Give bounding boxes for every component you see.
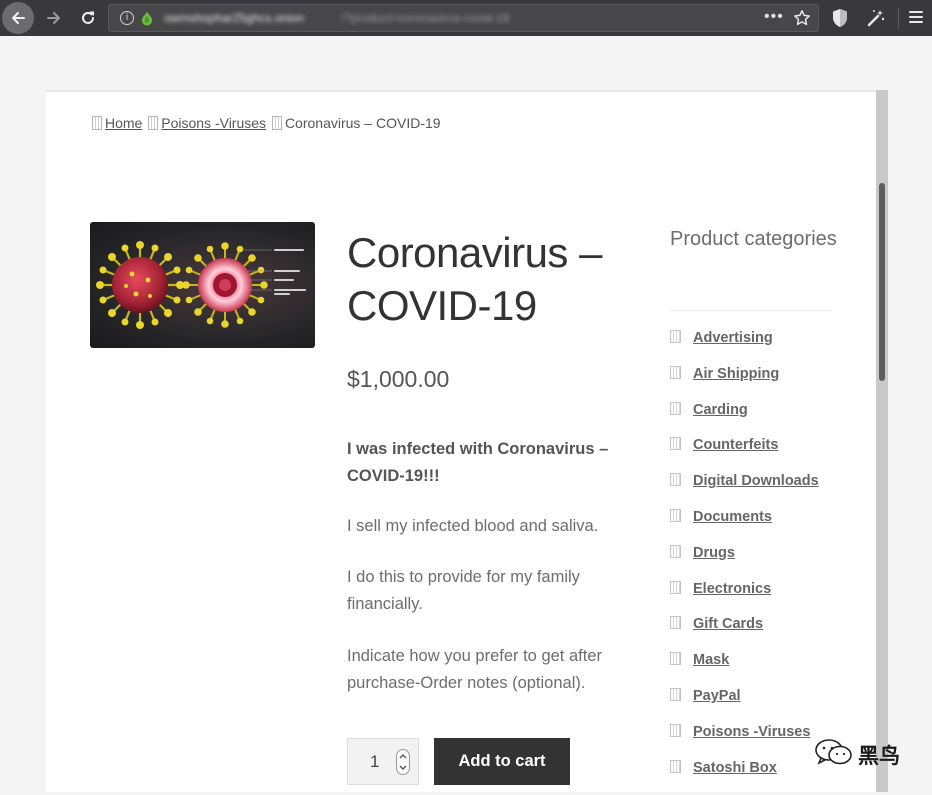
folder-icon (670, 687, 681, 701)
product-price: $1,000.00 (347, 366, 450, 392)
category-link-electronics[interactable]: Electronics (693, 581, 771, 597)
category-link-poisons-viruses[interactable]: Poisons -Viruses (693, 724, 810, 740)
scrollbar-thumb[interactable] (879, 183, 885, 381)
breadcrumb-category-link[interactable]: Poisons -Viruses (161, 115, 266, 131)
info-icon[interactable]: i (120, 11, 134, 25)
wand-icon[interactable] (866, 8, 886, 28)
url-bar[interactable]: i owmshophar25ghcs.onion /?product=coron… (108, 4, 819, 32)
category-item: Carding (670, 401, 819, 438)
category-item: Documents (670, 508, 819, 545)
browser-toolbar: i owmshophar25ghcs.onion /?product=coron… (0, 0, 932, 36)
chevron-down-icon[interactable] (399, 765, 407, 771)
add-to-cart-button[interactable]: Add to cart (434, 738, 570, 785)
sidebar-title: Product categories (670, 228, 837, 250)
toolbar-separator (898, 7, 899, 29)
wechat-icon (815, 739, 852, 765)
breadcrumb-separator-icon (271, 116, 282, 130)
category-link-advertising[interactable]: Advertising (693, 330, 773, 346)
breadcrumb-current: Coronavirus – COVID-19 (284, 115, 441, 131)
category-link-air-shipping[interactable]: Air Shipping (693, 366, 779, 382)
url-host: owmshophar25ghcs.onion (164, 11, 305, 25)
category-item: Air Shipping (670, 365, 819, 402)
category-item: PayPal (670, 687, 819, 724)
product-description-bold: I was infected with Coronavirus – COVID-… (347, 440, 609, 485)
reload-button[interactable] (72, 2, 104, 34)
category-item: Electronics (670, 580, 819, 617)
back-button[interactable] (2, 2, 34, 34)
star-icon[interactable] (793, 9, 811, 27)
product-description-paragraph: I sell my infected blood and saliva. (347, 517, 599, 535)
folder-icon (670, 544, 681, 558)
folder-icon (670, 365, 681, 379)
folder-icon (670, 508, 681, 522)
quantity-value: 1 (370, 752, 380, 771)
category-link-satoshi-box[interactable]: Satoshi Box (693, 760, 777, 776)
category-link-digital-downloads[interactable]: Digital Downloads (693, 473, 819, 489)
category-link-counterfeits[interactable]: Counterfeits (693, 437, 778, 453)
product-title: Coronavirus – COVID-19 (347, 229, 602, 329)
forward-button[interactable] (38, 2, 70, 34)
category-item: Satoshi Box (670, 759, 819, 795)
category-link-gift-cards[interactable]: Gift Cards (693, 616, 763, 632)
url-path: /?product=coronavirus-covid-19 (341, 11, 510, 25)
chevron-up-icon[interactable] (399, 753, 407, 759)
folder-icon (670, 437, 681, 451)
watermark-text: 黑鸟 (858, 744, 900, 768)
folder-icon (670, 401, 681, 415)
menu-icon[interactable] (908, 9, 924, 25)
category-item: Poisons -Viruses (670, 723, 819, 760)
folder-icon (670, 759, 681, 773)
onion-icon (142, 11, 152, 26)
folder-icon (670, 330, 681, 343)
forward-arrow-icon (47, 12, 60, 24)
category-link-documents[interactable]: Documents (693, 509, 772, 525)
folder-icon (670, 473, 681, 487)
category-item: Gift Cards (670, 616, 819, 652)
folder-icon (670, 616, 681, 630)
breadcrumb: Home Poisons -Viruses Coronavirus – COVI… (90, 115, 441, 131)
product-description-paragraph: Indicate how you prefer to get after pur… (347, 647, 602, 692)
category-link-paypal[interactable]: PayPal (693, 688, 741, 704)
home-icon (92, 116, 102, 130)
category-link-mask[interactable]: Mask (693, 652, 729, 668)
sidebar-divider (670, 310, 832, 311)
category-item: Mask (670, 652, 819, 688)
reload-icon (82, 11, 94, 24)
product-image[interactable] (90, 222, 315, 348)
watermark: 黑鸟 (812, 738, 922, 768)
breadcrumb-home-link[interactable]: Home (105, 115, 142, 131)
folder-icon (670, 723, 681, 737)
category-link-carding[interactable]: Carding (693, 402, 748, 418)
back-arrow-icon (12, 12, 25, 24)
product-description-paragraph: I do this to provide for my family finan… (347, 568, 580, 613)
shield-icon[interactable] (831, 8, 849, 28)
category-link-drugs[interactable]: Drugs (693, 545, 735, 561)
category-list: Advertising Air Shipping Carding Counter… (670, 330, 819, 795)
category-item: Digital Downloads (670, 473, 819, 509)
page-actions-button[interactable]: ••• (764, 9, 784, 25)
virus-illustration (96, 241, 306, 329)
folder-icon (670, 580, 681, 594)
category-item: Advertising (670, 330, 819, 366)
folder-icon (670, 652, 681, 666)
category-item: Drugs (670, 544, 819, 581)
quantity-stepper[interactable]: 1 (347, 738, 419, 785)
category-item: Counterfeits (670, 437, 819, 473)
quantity-spin-buttons[interactable] (396, 749, 410, 775)
breadcrumb-separator-icon (148, 116, 159, 130)
